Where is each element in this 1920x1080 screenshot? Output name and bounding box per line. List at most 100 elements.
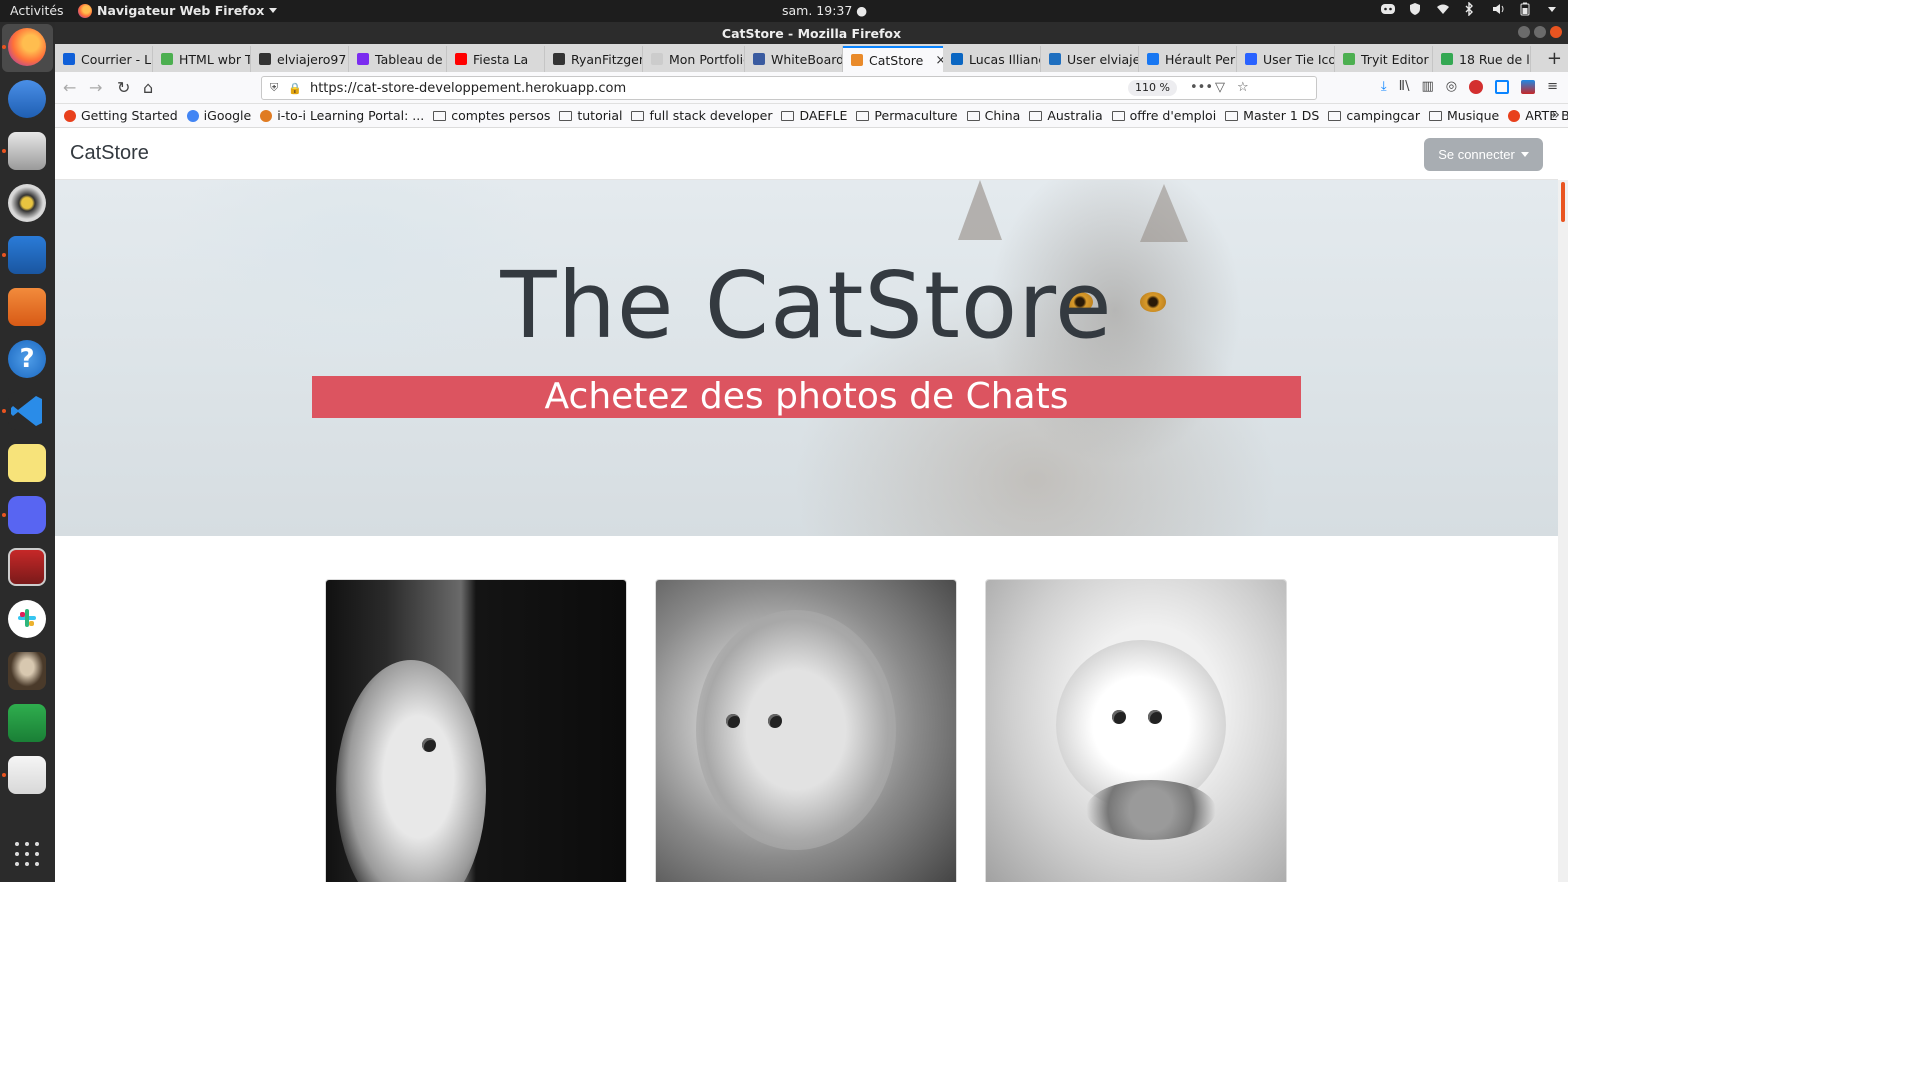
bookmark-star-icon[interactable]: ☆ bbox=[1237, 80, 1249, 95]
firefox-icon[interactable] bbox=[8, 28, 46, 66]
thunderbird-icon[interactable] bbox=[8, 80, 46, 118]
back-arrow-icon[interactable]: ← bbox=[63, 78, 76, 97]
minimize-button[interactable] bbox=[1518, 26, 1530, 38]
browser-tab[interactable]: Tryit Editor bbox=[1335, 46, 1433, 72]
maximize-button[interactable] bbox=[1534, 26, 1546, 38]
sticky-notes-icon[interactable] bbox=[8, 444, 46, 482]
browser-tab[interactable]: Tableau de bbox=[349, 46, 447, 72]
gimp-icon[interactable] bbox=[8, 652, 46, 690]
browser-tab[interactable]: Courrier - L bbox=[55, 46, 153, 72]
browser-tab[interactable]: User Tie Ico bbox=[1237, 46, 1335, 72]
battery-icon[interactable] bbox=[1520, 2, 1534, 16]
bookmark-folder[interactable]: comptes persos bbox=[433, 108, 550, 123]
login-label: Se connecter bbox=[1438, 147, 1515, 162]
browser-tab[interactable]: WhiteBoard bbox=[745, 46, 843, 72]
browser-tab[interactable]: CatStore × bbox=[843, 46, 943, 72]
bookmark-folder[interactable]: China bbox=[966, 108, 1020, 123]
reload-icon[interactable]: ↻ bbox=[117, 78, 130, 97]
kitten-eye bbox=[1148, 710, 1162, 724]
tab-label: Hérault Per bbox=[1165, 51, 1236, 67]
browser-tab[interactable]: Mon Portfolio bbox=[643, 46, 745, 72]
login-dropdown-button[interactable]: Se connecter bbox=[1424, 138, 1543, 171]
slack-icon[interactable] bbox=[8, 600, 46, 638]
cat-photo-card[interactable] bbox=[655, 579, 957, 882]
close-tab-icon[interactable]: × bbox=[935, 53, 943, 68]
bookmark-folder[interactable]: Permaculture bbox=[856, 108, 958, 123]
screen-recorder-icon[interactable] bbox=[8, 548, 46, 586]
bookmarks-overflow-icon[interactable]: » bbox=[1551, 107, 1560, 123]
bookmark-folder[interactable]: full stack developer bbox=[631, 108, 772, 123]
wifi-icon[interactable] bbox=[1436, 2, 1450, 16]
close-window-button[interactable] bbox=[1550, 26, 1562, 38]
bluetooth-icon[interactable] bbox=[1464, 1, 1478, 17]
browser-tab[interactable]: 18 Rue de la bbox=[1433, 46, 1531, 72]
show-applications-icon[interactable] bbox=[15, 842, 39, 866]
bookmark-folder[interactable]: offre d'emploi bbox=[1111, 108, 1216, 123]
cat-photo-card[interactable] bbox=[325, 579, 627, 882]
tab-label: Tryit Editor bbox=[1361, 51, 1429, 67]
browser-tab[interactable]: HTML wbr T bbox=[153, 46, 251, 72]
document-viewer-icon[interactable] bbox=[8, 756, 46, 794]
bookmark-folder[interactable]: DAEFLE bbox=[781, 108, 847, 123]
discord-icon[interactable] bbox=[8, 496, 46, 534]
system-tray[interactable] bbox=[1380, 1, 1556, 17]
browser-tab[interactable]: Hérault Per bbox=[1139, 46, 1237, 72]
browser-tab[interactable]: Fiesta La bbox=[447, 46, 545, 72]
tab-favicon-icon bbox=[1441, 53, 1453, 65]
extension-icon[interactable] bbox=[1495, 79, 1510, 94]
downloads-icon[interactable]: ⤓ bbox=[1381, 79, 1387, 94]
url-bar[interactable]: ⛨ 🔒 https://cat-store-developpement.hero… bbox=[261, 76, 1317, 100]
bookmark-link[interactable]: i-to-i Learning Portal: ... bbox=[260, 108, 424, 123]
extension-icon-2[interactable] bbox=[1521, 79, 1536, 94]
clock[interactable]: sam. 19:37 ● bbox=[782, 3, 867, 18]
bookmark-link[interactable]: Getting Started bbox=[64, 108, 178, 123]
bookmark-link[interactable]: iGoogle bbox=[186, 108, 251, 123]
help-icon[interactable]: ? bbox=[8, 340, 46, 378]
forward-arrow-icon[interactable]: → bbox=[89, 78, 102, 97]
chevron-down-icon[interactable] bbox=[1548, 6, 1556, 12]
browser-tab[interactable]: RyanFitzger bbox=[545, 46, 643, 72]
zoom-indicator[interactable]: 110 % bbox=[1128, 80, 1177, 96]
tracking-shield-icon[interactable]: ⛨ bbox=[270, 81, 278, 95]
kitten-eye bbox=[422, 738, 436, 752]
volume-icon[interactable] bbox=[1492, 2, 1506, 16]
bookmark-folder[interactable]: Musique bbox=[1428, 108, 1499, 123]
browser-tab[interactable]: elviajero97 bbox=[251, 46, 349, 72]
rhythmbox-icon[interactable] bbox=[8, 184, 46, 222]
tab-label: User Tie Ico bbox=[1263, 51, 1335, 67]
software-center-icon[interactable] bbox=[8, 288, 46, 326]
writer-icon[interactable] bbox=[8, 236, 46, 274]
calc-icon[interactable] bbox=[8, 704, 46, 742]
vscode-icon[interactable] bbox=[8, 392, 46, 430]
shield-tray-icon[interactable] bbox=[1408, 2, 1422, 16]
page-scrollbar[interactable] bbox=[1558, 180, 1568, 882]
app-menu[interactable]: Navigateur Web Firefox bbox=[78, 3, 278, 18]
url-text[interactable]: https://cat-store-developpement.herokuap… bbox=[310, 81, 626, 96]
adblock-icon[interactable] bbox=[1469, 79, 1484, 94]
browser-tab[interactable]: Lucas Illianc bbox=[943, 46, 1041, 72]
cat-photo-card[interactable] bbox=[985, 579, 1287, 882]
lock-icon[interactable]: 🔒 bbox=[288, 82, 302, 95]
bookmark-folder[interactable]: campingcar bbox=[1328, 108, 1420, 123]
bookmark-folder[interactable]: Master 1 DS bbox=[1225, 108, 1319, 123]
tab-label: elviajero97 bbox=[277, 51, 347, 67]
scrollbar-thumb[interactable] bbox=[1561, 182, 1565, 222]
running-indicator bbox=[2, 409, 6, 413]
sidebar-icon[interactable]: ▥ bbox=[1421, 79, 1433, 94]
browser-tab[interactable]: User elviaje bbox=[1041, 46, 1139, 72]
menu-icon[interactable]: ≡ bbox=[1547, 79, 1558, 94]
bookmark-folder[interactable]: Australia bbox=[1029, 108, 1103, 123]
account-icon[interactable]: ◎ bbox=[1446, 79, 1457, 94]
site-brand[interactable]: CatStore bbox=[70, 142, 149, 165]
bookmark-folder[interactable]: tutorial bbox=[559, 108, 622, 123]
window-title-bar[interactable]: CatStore - Mozilla Firefox bbox=[55, 22, 1568, 44]
home-icon[interactable]: ⌂ bbox=[143, 78, 153, 97]
discord-tray-icon[interactable] bbox=[1380, 2, 1395, 16]
tab-label: WhiteBoard bbox=[771, 51, 843, 67]
page-actions-icon[interactable]: ••• bbox=[1190, 80, 1213, 95]
library-icon[interactable]: Ⅱ\ bbox=[1399, 79, 1410, 94]
activities-button[interactable]: Activités bbox=[10, 3, 64, 18]
pocket-icon[interactable]: ▽ bbox=[1215, 80, 1225, 95]
new-tab-button[interactable]: + bbox=[1547, 48, 1562, 69]
files-icon[interactable] bbox=[8, 132, 46, 170]
